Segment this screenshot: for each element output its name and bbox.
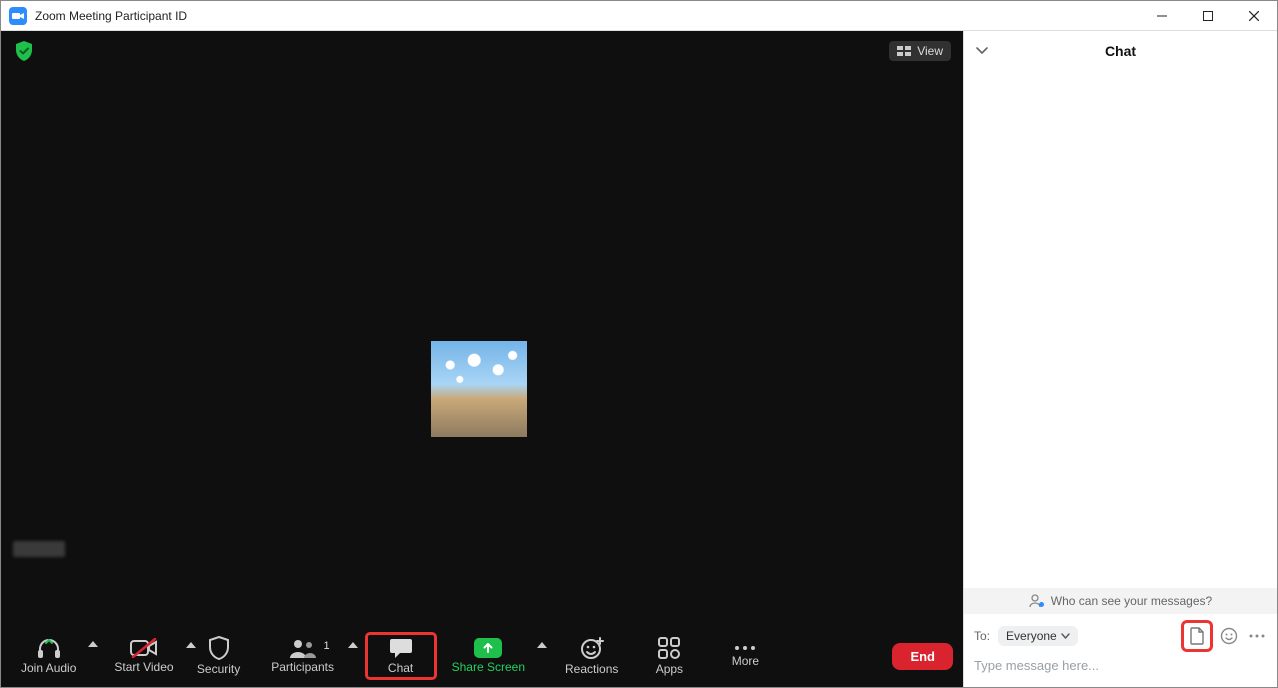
share-screen-icon (474, 638, 502, 658)
file-icon (1189, 627, 1205, 645)
headphones-icon (36, 637, 62, 659)
chat-label: Chat (388, 661, 413, 675)
chat-to-value: Everyone (1006, 629, 1057, 643)
video-area (1, 71, 963, 625)
apps-label: Apps (656, 662, 683, 676)
meeting-stage: View Join Audio (1, 31, 963, 687)
window-maximize-button[interactable] (1185, 1, 1231, 31)
smile-plus-icon (580, 636, 604, 660)
reactions-button[interactable]: Reactions (555, 632, 628, 680)
dots-icon (1249, 634, 1265, 638)
security-button[interactable]: Security (184, 632, 254, 680)
chat-visibility-label: Who can see your messages? (1051, 594, 1212, 608)
join-audio-button[interactable]: Join Audio (11, 633, 86, 679)
apps-button[interactable]: Apps (634, 632, 704, 680)
end-meeting-button[interactable]: End (892, 643, 953, 670)
window-close-button[interactable] (1231, 1, 1277, 31)
join-audio-label: Join Audio (21, 661, 76, 675)
chat-header: Chat (964, 31, 1277, 71)
security-label: Security (197, 662, 240, 676)
chat-panel: Chat Who can see your messages? To: Ever… (963, 31, 1277, 687)
participant-video-tile[interactable] (431, 341, 527, 437)
chat-message-input[interactable] (974, 658, 1267, 673)
window-title: Zoom Meeting Participant ID (35, 9, 187, 23)
grid-icon (897, 46, 911, 56)
start-video-button[interactable]: Start Video (104, 634, 183, 678)
share-options-caret[interactable] (535, 642, 549, 648)
chat-messages-area (964, 71, 1277, 588)
chat-collapse-caret[interactable] (976, 47, 988, 55)
end-label: End (910, 649, 935, 664)
share-screen-label: Share Screen (452, 660, 525, 674)
view-button-label: View (917, 44, 943, 58)
participants-label: Participants (271, 660, 334, 674)
zoom-app-icon (9, 7, 27, 25)
participants-count: 1 (323, 640, 329, 652)
participants-options-caret[interactable] (346, 642, 360, 648)
emoji-button[interactable] (1219, 626, 1239, 646)
share-screen-button[interactable]: Share Screen (442, 634, 535, 678)
more-button[interactable]: More (710, 640, 780, 672)
video-off-icon (130, 638, 158, 658)
chat-title: Chat (1105, 43, 1136, 59)
dots-icon (733, 644, 757, 652)
smile-icon (1220, 627, 1238, 645)
attach-file-button[interactable] (1183, 622, 1211, 650)
people-icon (288, 638, 318, 658)
chat-compose: To: Everyone (964, 614, 1277, 687)
more-label: More (732, 654, 759, 668)
view-button[interactable]: View (889, 41, 951, 61)
apps-icon (657, 636, 681, 660)
encryption-shield-icon[interactable] (13, 40, 35, 62)
person-info-icon (1029, 594, 1045, 608)
chat-to-dropdown[interactable]: Everyone (998, 626, 1078, 646)
chat-to-label: To: (974, 629, 990, 643)
reactions-label: Reactions (565, 662, 618, 676)
start-video-label: Start Video (114, 660, 173, 674)
participants-button[interactable]: 1 Participants (260, 634, 346, 678)
chat-button[interactable]: Chat (366, 633, 436, 679)
window-minimize-button[interactable] (1139, 1, 1185, 31)
chevron-down-icon (1061, 633, 1070, 639)
self-name-badge (13, 541, 65, 557)
chat-more-button[interactable] (1247, 626, 1267, 646)
chat-bubble-icon (389, 637, 413, 659)
chat-visibility-info[interactable]: Who can see your messages? (964, 588, 1277, 614)
audio-options-caret[interactable] (86, 641, 100, 647)
meeting-toolbar: Join Audio Start Video (1, 625, 963, 687)
window-titlebar: Zoom Meeting Participant ID (1, 1, 1277, 31)
shield-icon (208, 636, 230, 660)
